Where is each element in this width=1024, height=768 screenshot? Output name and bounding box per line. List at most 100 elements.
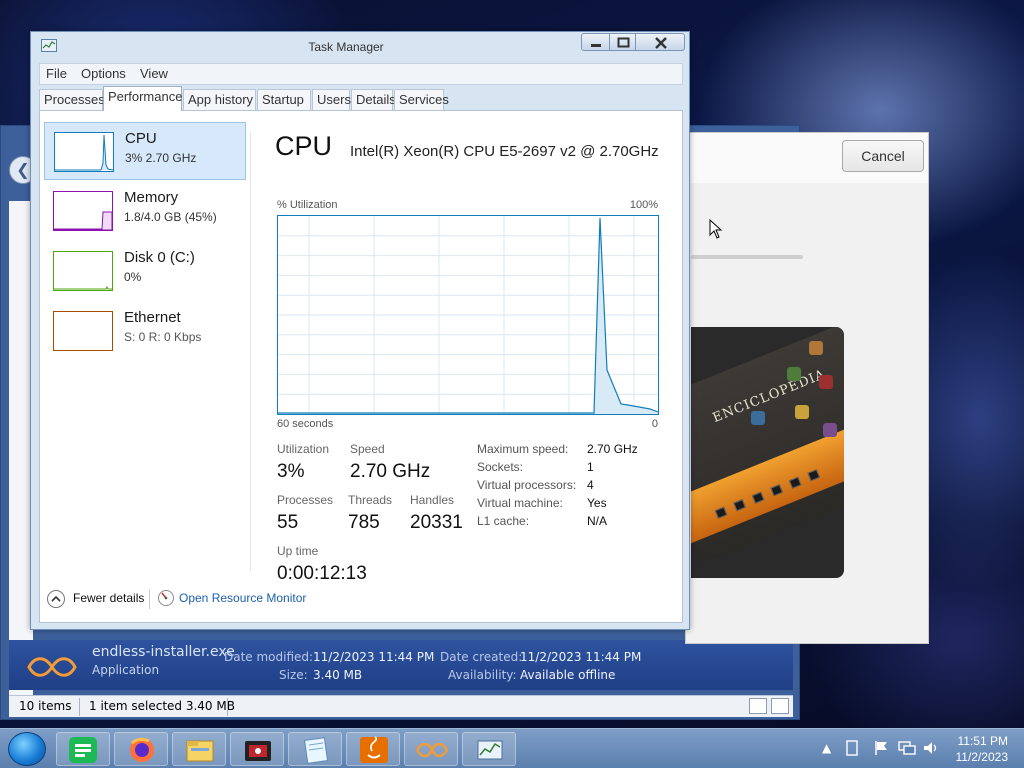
virtual-machine-label: Virtual machine: xyxy=(477,496,563,510)
item-count: 10 items xyxy=(19,699,72,713)
taskbar-notepad-button[interactable] xyxy=(288,732,342,766)
taskbar-firefox-button[interactable] xyxy=(114,732,168,766)
taskbar-media-player-button[interactable] xyxy=(230,732,284,766)
handles-value: 20331 xyxy=(410,512,463,533)
details-pane: endless-installer.exe Application Date m… xyxy=(9,640,793,690)
clock-time[interactable]: 11:51 PM xyxy=(958,734,1008,748)
tab-services[interactable]: Services xyxy=(394,89,449,110)
processes-label: Processes xyxy=(277,493,334,507)
title-bar[interactable]: Task Manager xyxy=(31,32,689,60)
sidebar-cpu-usage: 3% 2.70 GHz xyxy=(125,151,197,165)
disk-thumbnail-graph xyxy=(53,251,113,291)
sidebar-item-ethernet[interactable]: Ethernet S: 0 R: 0 Kbps xyxy=(44,302,246,360)
maximize-icon xyxy=(617,37,630,48)
menu-file[interactable]: File xyxy=(46,66,67,81)
task-manager-footer: Fewer details Open Resource Monitor xyxy=(39,584,683,624)
taskbar-java-button[interactable] xyxy=(346,732,400,766)
graph-zero-label: 0 xyxy=(651,418,658,430)
network-icon[interactable] xyxy=(898,740,916,756)
taskbar-endless-installer-button[interactable] xyxy=(404,732,458,766)
chevron-up-icon[interactable] xyxy=(47,590,65,608)
taskbar-task-view-button[interactable] xyxy=(56,732,110,766)
tab-app-history[interactable]: App history xyxy=(183,89,256,110)
cpu-heading: CPU xyxy=(275,131,333,161)
cancel-button[interactable]: Cancel xyxy=(842,140,924,172)
utilization-value: 3% xyxy=(277,461,305,482)
cpu-model-name: Intel(R) Xeon(R) CPU E5-2697 v2 @ 2.70GH… xyxy=(350,143,659,160)
file-explorer-icon xyxy=(186,740,214,762)
show-hidden-icons-icon[interactable]: ▲ xyxy=(822,741,831,755)
speed-label: Speed xyxy=(350,442,385,456)
start-button[interactable] xyxy=(8,732,46,766)
status-bar: 10 items 1 item selected 3.40 MB xyxy=(9,695,793,717)
minimize-button[interactable] xyxy=(581,33,610,51)
endless-installer-icon xyxy=(415,742,449,758)
task-view-icon xyxy=(69,737,97,763)
sockets-label: Sockets: xyxy=(477,460,524,474)
date-created-value: 11/2/2023 11:44 PM xyxy=(520,650,642,664)
threads-label: Threads xyxy=(348,493,393,507)
menu-bar: File Options View xyxy=(39,63,683,85)
task-manager-window: Task Manager File Options View Processes… xyxy=(30,31,690,630)
performance-panel: CPU 3% 2.70 GHz Memory 1.8/4.0 GB (45%) … xyxy=(39,110,683,623)
size-label: Size: xyxy=(279,668,308,682)
sidebar-cpu-name: CPU xyxy=(125,130,157,147)
clock-date[interactable]: 11/2/2023 xyxy=(956,750,1009,764)
cpu-utilization-graph xyxy=(277,215,659,415)
uptime-value: 0:00:12:13 xyxy=(277,563,367,584)
uptime-label: Up time xyxy=(277,544,319,558)
graph-time-span-label: 60 seconds xyxy=(277,418,334,430)
endless-logo-icon xyxy=(27,657,77,677)
availability-label: Availability: xyxy=(448,668,517,682)
task-manager-icon xyxy=(477,740,503,760)
sidebar-ethernet-throughput: S: 0 R: 0 Kbps xyxy=(124,330,202,344)
installer-dialog: Cancel ENCICLOPEDIA xyxy=(685,132,929,644)
l1-cache-value: N/A xyxy=(587,514,608,528)
sidebar-item-memory[interactable]: Memory 1.8/4.0 GB (45%) xyxy=(44,182,246,240)
tab-users[interactable]: Users xyxy=(312,89,351,110)
sidebar-memory-usage: 1.8/4.0 GB (45%) xyxy=(124,210,217,224)
volume-icon[interactable] xyxy=(922,740,940,756)
cpu-thumbnail-graph xyxy=(54,132,114,172)
date-modified-label: Date modified: xyxy=(224,650,314,664)
taskbar: ▲ 11:51 PM 11/2/2023 xyxy=(0,728,1024,768)
details-view-icon[interactable] xyxy=(749,698,767,714)
large-icons-view-icon[interactable] xyxy=(771,698,789,714)
window-title: Task Manager xyxy=(308,40,384,54)
sockets-value: 1 xyxy=(587,460,594,474)
ethernet-thumbnail-graph xyxy=(53,311,113,351)
tab-details[interactable]: Details xyxy=(351,89,396,110)
sidebar-ethernet-name: Ethernet xyxy=(124,309,181,326)
fewer-details-button[interactable]: Fewer details xyxy=(73,591,144,605)
close-button[interactable] xyxy=(635,33,685,51)
threads-value: 785 xyxy=(348,512,380,533)
taskbar-task-manager-button[interactable] xyxy=(462,732,516,766)
taskbar-file-explorer-button[interactable] xyxy=(172,732,226,766)
max-speed-label: Maximum speed: xyxy=(477,442,569,456)
tab-startup[interactable]: Startup xyxy=(257,89,311,110)
speed-value: 2.70 GHz xyxy=(350,461,431,482)
date-modified-value: 11/2/2023 11:44 PM xyxy=(313,650,435,664)
tablet-icon[interactable] xyxy=(846,740,858,756)
minimize-icon xyxy=(591,44,601,47)
menu-options[interactable]: Options xyxy=(81,66,126,81)
action-center-flag-icon[interactable] xyxy=(874,740,890,756)
sidebar-item-disk[interactable]: Disk 0 (C:) 0% xyxy=(44,242,246,300)
tab-strip: Processes Performance App history Startu… xyxy=(39,86,683,111)
notepad-icon xyxy=(304,737,329,764)
open-resource-monitor-link[interactable]: Open Resource Monitor xyxy=(179,591,306,605)
mouse-cursor-icon xyxy=(709,219,723,239)
menu-view[interactable]: View xyxy=(140,66,168,81)
maximize-button[interactable] xyxy=(609,33,636,51)
selection-info: 1 item selected 3.40 MB xyxy=(89,699,235,713)
file-name: endless-installer.exe xyxy=(92,644,235,660)
tab-performance[interactable]: Performance xyxy=(103,86,182,111)
tab-processes[interactable]: Processes xyxy=(39,89,105,110)
encyclopedia-app-image: ENCICLOPEDIA xyxy=(691,327,844,578)
java-icon xyxy=(360,736,388,763)
sidebar-item-cpu[interactable]: CPU 3% 2.70 GHz xyxy=(44,122,246,180)
date-created-label: Date created: xyxy=(440,650,523,664)
progress-bar xyxy=(691,255,803,259)
utilization-graph-label: % Utilization xyxy=(277,199,338,211)
sidebar-divider xyxy=(250,131,251,571)
